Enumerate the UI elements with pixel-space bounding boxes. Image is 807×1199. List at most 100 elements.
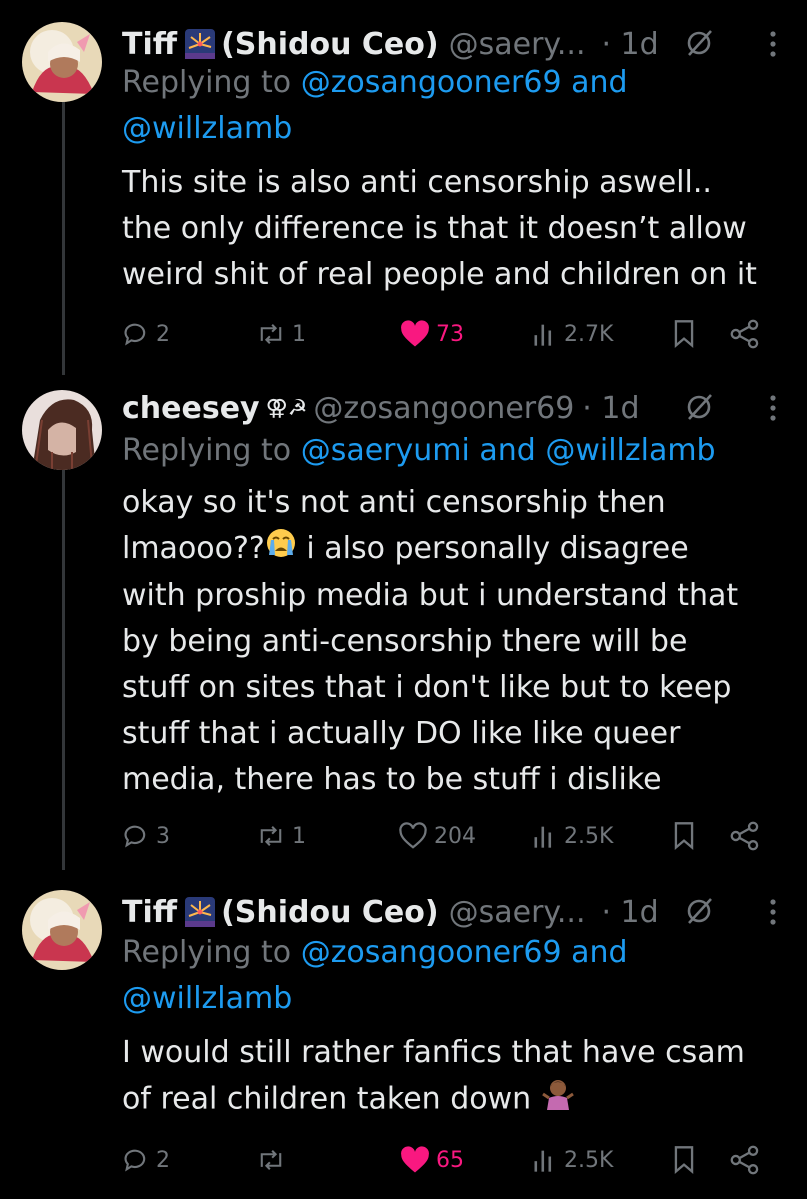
mention-link[interactable]: @willzlamb [122, 981, 292, 1016]
post-text: okay so it's not anti censorship then lm… [122, 480, 785, 803]
share-icon [730, 319, 760, 349]
post[interactable]: Tiff (Shidou Ceo) @saery... · 1d Replyin… [0, 890, 807, 1190]
avatar[interactable] [22, 890, 102, 970]
grok-icon[interactable] [684, 392, 714, 430]
share-button[interactable] [730, 816, 760, 856]
post[interactable]: cheesey ⚢☭ @zosangooner69 · 1d Replying … [0, 386, 807, 866]
mention-and: and [571, 65, 628, 100]
action-bar: 3 1 204 2.5K [122, 816, 807, 856]
post-text-line: I would still rather fanfics that have c… [122, 1035, 745, 1070]
heart-filled-icon [400, 320, 430, 348]
bookmark-button[interactable] [672, 314, 696, 354]
heart-outline-icon [398, 822, 428, 850]
display-name[interactable]: cheesey [122, 391, 260, 426]
timestamp[interactable]: · 1d [582, 391, 639, 426]
fireworks-emoji-icon [185, 897, 216, 927]
replying-to: Replying to @saeryumi and @willzlamb [122, 428, 716, 474]
action-bar: 2 65 2.5K [122, 1140, 807, 1180]
share-icon [730, 1145, 760, 1175]
post-text-line: media, there has to be stuff i dislike [122, 761, 662, 797]
post-text-line: weird shit of real people and children o… [122, 257, 757, 292]
post-text: This site is also anti censorship aswell… [122, 160, 785, 298]
timestamp[interactable]: · 1d [601, 27, 658, 62]
share-button[interactable] [730, 1140, 760, 1180]
view-count: 2.7K [564, 321, 614, 347]
post-header: cheesey ⚢☭ @zosangooner69 · 1d [122, 386, 807, 430]
share-icon [730, 821, 760, 851]
repost-icon [256, 822, 286, 850]
display-name[interactable]: Tiff [122, 27, 177, 62]
reply-button[interactable]: 3 [122, 816, 170, 856]
display-name[interactable]: Tiff [122, 895, 177, 930]
reply-icon [122, 1146, 150, 1174]
mention-link[interactable]: @zosangooner69 [301, 65, 562, 100]
post-header: Tiff (Shidou Ceo) @saery... · 1d [122, 890, 807, 934]
person-shrugging-emoji-icon [541, 1076, 575, 1124]
share-button[interactable] [730, 314, 760, 354]
views-button[interactable]: 2.5K [532, 816, 613, 856]
post-text: I would still rather fanfics that have c… [122, 1030, 785, 1124]
bookmark-button[interactable] [672, 1140, 696, 1180]
action-bar: 2 1 73 2.7K [122, 314, 807, 354]
mention-link[interactable]: @saeryumi and @willzlamb [301, 433, 716, 468]
views-icon [532, 822, 558, 850]
post-text-line: with proship media but i understand that [122, 577, 739, 613]
more-options-icon[interactable] [769, 898, 777, 934]
views-button[interactable]: 2.5K [532, 1140, 613, 1180]
grok-icon[interactable] [684, 28, 714, 66]
repost-button[interactable] [256, 1140, 292, 1180]
reply-count: 2 [156, 1147, 170, 1173]
post[interactable]: Tiff (Shidou Ceo) @saery... · 1d Replyin… [0, 22, 807, 362]
repost-icon [256, 320, 286, 348]
reply-icon [122, 320, 150, 348]
view-count: 2.5K [564, 823, 614, 849]
reply-count: 3 [156, 823, 170, 849]
post-text-line: by being anti-censorship there will be [122, 623, 688, 659]
like-count: 73 [436, 321, 464, 347]
repost-count: 1 [292, 321, 306, 347]
like-button[interactable]: 204 [398, 816, 476, 856]
avatar[interactable] [22, 390, 102, 470]
crying-face-emoji-icon [265, 527, 297, 573]
post-text-fragment: of real children taken down [122, 1081, 532, 1117]
bookmark-button[interactable] [672, 816, 696, 856]
post-text-line: stuff on sites that i don't like but to … [122, 669, 732, 705]
like-button[interactable]: 65 [400, 1140, 464, 1180]
handle[interactable]: @saery... [449, 895, 586, 930]
more-options-icon[interactable] [769, 394, 777, 430]
like-button[interactable]: 73 [400, 314, 464, 354]
post-text-line: of real children taken down [122, 1076, 785, 1124]
views-icon [532, 1146, 558, 1174]
bookmark-icon [672, 319, 696, 349]
post-text-line: the only difference is that it doesn’t a… [122, 211, 747, 246]
reply-count: 2 [156, 321, 170, 347]
repost-button[interactable]: 1 [256, 314, 306, 354]
reply-button[interactable]: 2 [122, 314, 170, 354]
post-text-line: okay so it's not anti censorship then [122, 485, 666, 520]
repost-button[interactable]: 1 [256, 816, 306, 856]
replying-to-label: Replying to [122, 433, 292, 468]
handle[interactable]: @zosangooner69 [313, 391, 574, 426]
timestamp[interactable]: · 1d [601, 895, 658, 930]
repost-icon [256, 1146, 286, 1174]
heart-filled-icon [400, 1146, 430, 1174]
replying-to-label: Replying to [122, 935, 292, 970]
replying-to: Replying to @zosangooner69 and @willzlam… [122, 930, 628, 1022]
mention-and: and [571, 935, 628, 970]
post-text-line: lmaooo?? i also personally disagree [122, 526, 785, 573]
avatar[interactable] [22, 22, 102, 102]
post-text-fragment: lmaooo?? [122, 531, 265, 566]
fireworks-emoji-icon [185, 29, 216, 59]
handle[interactable]: @saery... [449, 27, 586, 62]
mention-link[interactable]: @willzlamb [122, 111, 292, 146]
bookmark-icon [672, 1145, 696, 1175]
more-options-icon[interactable] [769, 30, 777, 66]
post-text-line: This site is also anti censorship aswell… [122, 165, 712, 200]
mention-link[interactable]: @zosangooner69 [301, 935, 562, 970]
grok-icon[interactable] [684, 896, 714, 934]
like-count: 65 [436, 1147, 464, 1173]
display-name-suffix: ⚢☭ [265, 395, 308, 421]
repost-count: 1 [292, 823, 306, 849]
reply-button[interactable]: 2 [122, 1140, 170, 1180]
views-button[interactable]: 2.7K [532, 314, 613, 354]
